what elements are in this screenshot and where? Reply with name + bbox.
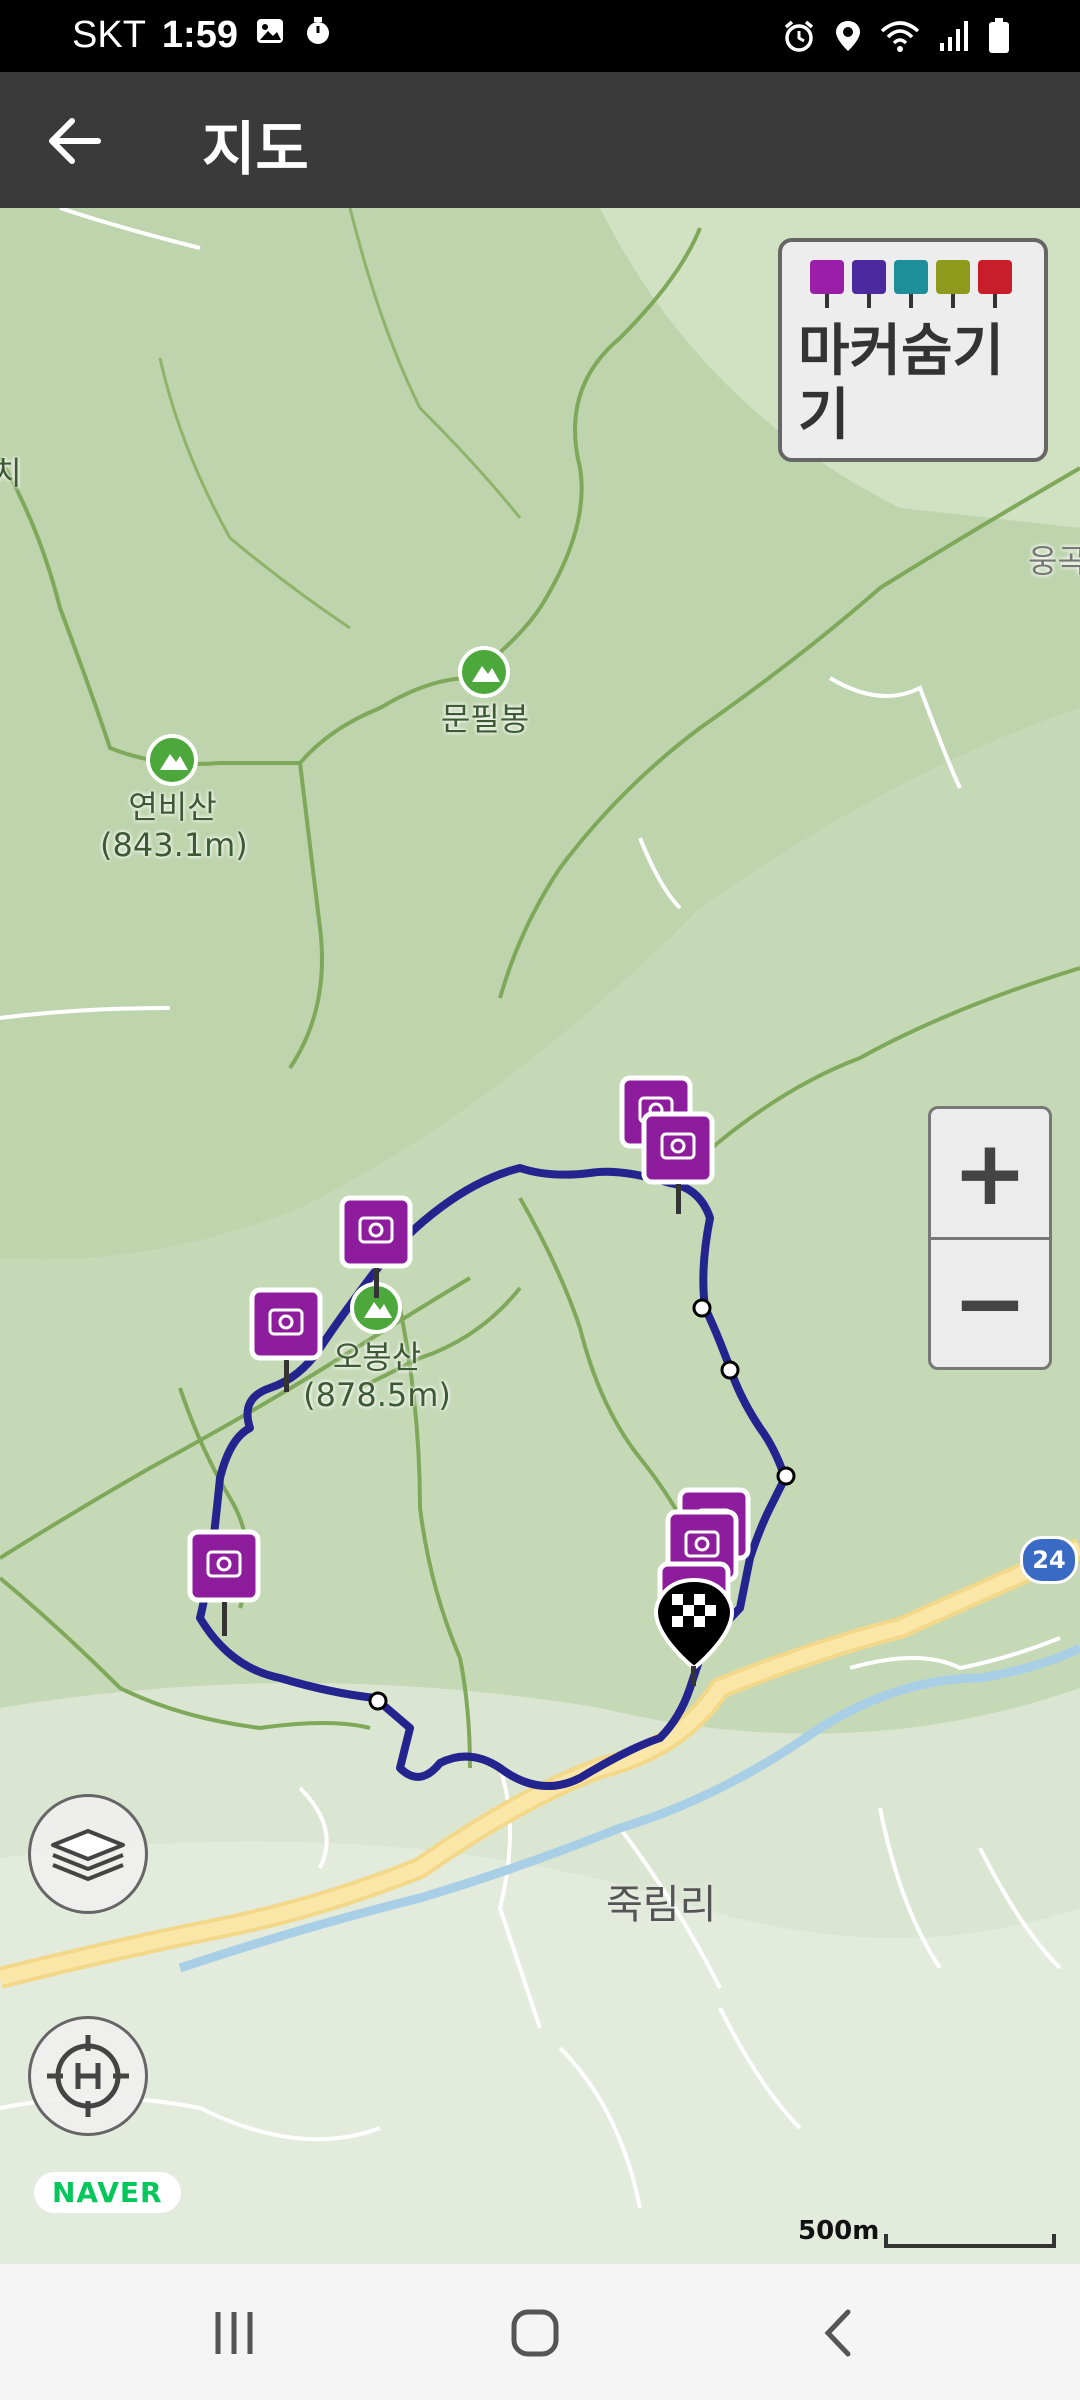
carrier-label: SKT xyxy=(72,14,146,56)
home-location-button[interactable] xyxy=(28,2016,148,2136)
clock: 1:59 xyxy=(161,14,238,56)
place-name: 오봉산 xyxy=(332,1338,422,1376)
recent-apps-icon xyxy=(215,2312,253,2354)
system-nav-bar xyxy=(0,2264,1080,2400)
home-icon xyxy=(511,2309,559,2357)
place-elevation: (878.5m) xyxy=(303,1376,451,1414)
layers-button[interactable] xyxy=(28,1794,148,1914)
scale-label: 500m xyxy=(798,2216,880,2246)
village-label: 죽림리 xyxy=(606,1882,717,1928)
status-bar: SKT 1:59 xyxy=(0,0,1080,72)
scale-bar xyxy=(884,2234,1056,2248)
peak-icon xyxy=(146,734,198,786)
home-button[interactable] xyxy=(496,2298,576,2368)
system-back-button[interactable] xyxy=(800,2298,880,2368)
home-location-icon xyxy=(47,2035,129,2117)
map-canvas xyxy=(0,208,1080,2264)
video-marker-icon xyxy=(852,260,886,308)
location-icon xyxy=(834,19,862,57)
back-icon xyxy=(824,2309,851,2357)
marker-legend xyxy=(810,260,1012,308)
map-view[interactable]: 연비산 (843.1m) 문필봉 오봉산 (878.5m) 죽림리 치 웅곡 2… xyxy=(0,208,1080,2264)
page-title: 지도 xyxy=(202,115,309,183)
place-name: 연비산 xyxy=(128,788,217,826)
zoom-out-button[interactable]: − xyxy=(931,1239,1049,1367)
map-scale: 500m xyxy=(798,2216,1060,2256)
road-number-badge: 24 xyxy=(1020,1536,1078,1584)
place-label: 오봉산 (878.5m) xyxy=(302,1338,452,1414)
wifi-icon xyxy=(880,19,920,57)
arrow-left-icon xyxy=(49,118,101,164)
photo-marker-icon xyxy=(810,260,844,308)
place-label: 문필봉 xyxy=(420,700,550,738)
place-label: 연비산 (843.1m) xyxy=(100,788,248,864)
voice-marker-icon xyxy=(894,260,928,308)
place-name: 문필봉 xyxy=(440,700,530,738)
memo-marker-icon xyxy=(936,260,970,308)
naver-logo: NAVER xyxy=(34,2172,181,2213)
app-bar: 지도 xyxy=(0,72,1080,208)
place-elevation: (843.1m) xyxy=(100,826,248,864)
layers-icon xyxy=(51,1829,125,1881)
peak-icon xyxy=(458,646,510,698)
back-button[interactable] xyxy=(40,106,110,176)
recent-apps-button[interactable] xyxy=(194,2298,274,2368)
alarm-icon xyxy=(782,19,816,57)
hide-markers-label: 마커숨기기 xyxy=(798,319,1005,448)
signal-icon xyxy=(938,19,970,57)
battery-icon xyxy=(988,18,1010,58)
edge-label: 치 xyxy=(0,454,22,492)
zoom-control: + − xyxy=(928,1106,1052,1370)
timer-icon xyxy=(302,14,334,57)
edge-label: 웅곡 xyxy=(1028,542,1080,580)
zoom-in-button[interactable]: + xyxy=(931,1109,1049,1240)
image-icon xyxy=(254,14,286,57)
alert-marker-icon xyxy=(978,260,1012,308)
hide-markers-button[interactable]: 마커숨기기 xyxy=(778,238,1048,462)
